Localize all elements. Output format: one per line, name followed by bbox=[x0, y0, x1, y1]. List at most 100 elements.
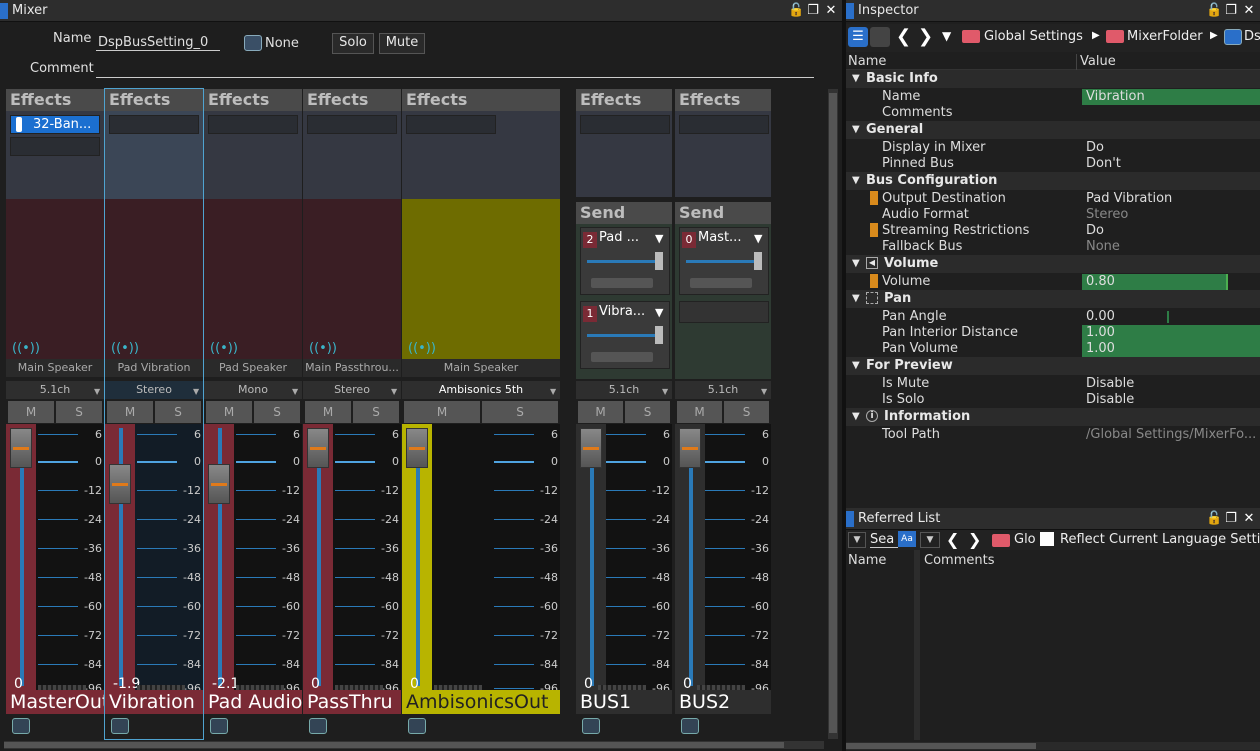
prop-audio-format[interactable]: Audio Format Stereo bbox=[846, 207, 1260, 223]
channel-name[interactable]: AmbisonicsOut bbox=[402, 690, 560, 714]
prop-pan-volume[interactable]: Pan Volume 1.00 bbox=[846, 341, 1260, 357]
channel-strip[interactable]: Effects ((•)) Pad Speaker Mono ▼ M S 6 0 -12 -24 -3… bbox=[204, 89, 302, 739]
solo-toggle[interactable]: S bbox=[625, 401, 670, 423]
prop-volume[interactable]: Volume 0.80 bbox=[846, 274, 1260, 290]
crumb-mixer-folder[interactable]: MixerFolder bbox=[1127, 29, 1203, 44]
column-splitter[interactable] bbox=[914, 550, 920, 740]
forward-icon[interactable]: ❯ bbox=[918, 26, 933, 47]
settings-camera-icon[interactable] bbox=[408, 718, 426, 734]
name-field[interactable]: DspBusSetting_0 bbox=[96, 35, 220, 51]
channel-format[interactable]: Mono bbox=[204, 381, 302, 399]
settings-camera-icon[interactable] bbox=[12, 718, 30, 734]
search-input[interactable]: Sea bbox=[870, 532, 898, 548]
prop-is-mute[interactable]: Is Mute Disable bbox=[846, 376, 1260, 392]
close-icon[interactable]: ✕ bbox=[824, 4, 838, 18]
dropdown-icon[interactable]: ▼ bbox=[942, 29, 951, 43]
send-pan-icon[interactable] bbox=[591, 352, 653, 362]
channel-name[interactable]: PassThru bbox=[303, 690, 401, 714]
solo-toggle[interactable]: S bbox=[482, 401, 558, 423]
effect-slot[interactable] bbox=[10, 137, 100, 156]
send-slot[interactable]: 1 Vibra... ▼ bbox=[580, 301, 670, 369]
bus-strip[interactable]: Effects Send 0 Mast... ▼ 5.1ch ▼ M S 6 0 -12 -24 -36-… bbox=[675, 89, 771, 739]
solo-toggle[interactable]: S bbox=[353, 401, 399, 423]
fader-knob[interactable] bbox=[679, 428, 701, 468]
settings-camera-icon[interactable] bbox=[210, 718, 228, 734]
effect-slot[interactable] bbox=[679, 115, 769, 134]
crumb-dsp[interactable]: Ds bbox=[1244, 29, 1260, 44]
output-route[interactable]: Main Speaker bbox=[402, 359, 560, 377]
channel-name[interactable]: Vibration bbox=[105, 690, 203, 714]
effect-slot[interactable] bbox=[406, 115, 496, 134]
send-level-slider[interactable] bbox=[686, 260, 756, 263]
effect-slot[interactable] bbox=[307, 115, 397, 134]
send-slot[interactable]: 0 Mast... ▼ bbox=[679, 227, 769, 295]
solo-toggle[interactable]: S bbox=[724, 401, 769, 423]
format-dropdown-icon[interactable]: ▼ bbox=[761, 387, 767, 396]
fader-knob[interactable] bbox=[406, 428, 428, 468]
prop-comments[interactable]: Comments bbox=[846, 105, 1260, 121]
output-route[interactable]: Pad Speaker bbox=[204, 359, 302, 377]
solo-button[interactable]: Solo bbox=[332, 33, 374, 54]
lock-icon[interactable]: 🔓 bbox=[788, 4, 804, 18]
camera-icon[interactable] bbox=[244, 35, 262, 51]
send-slot[interactable]: 2 Pad ... ▼ bbox=[580, 227, 670, 295]
panel-splitter[interactable] bbox=[842, 0, 846, 751]
channel-format[interactable]: Ambisonics 5th bbox=[402, 381, 560, 399]
mute-toggle[interactable]: M bbox=[107, 401, 153, 423]
channel-name[interactable]: MasterOut bbox=[6, 690, 104, 714]
settings-camera-icon[interactable] bbox=[582, 718, 600, 734]
send-dropdown-icon[interactable]: ▼ bbox=[655, 306, 663, 319]
mute-toggle[interactable]: M bbox=[305, 401, 351, 423]
folder-label[interactable]: Glo bbox=[1014, 532, 1036, 547]
mute-toggle[interactable]: M bbox=[677, 401, 722, 423]
output-route[interactable]: Main Speaker bbox=[6, 359, 104, 377]
fader-knob[interactable] bbox=[307, 428, 329, 468]
category-pan[interactable]: ▼ Pan bbox=[846, 290, 1260, 308]
mute-toggle[interactable]: M bbox=[404, 401, 480, 423]
channel-format[interactable]: 5.1ch bbox=[675, 381, 771, 399]
settings-camera-icon[interactable] bbox=[111, 718, 129, 734]
prop-pan-interior-distance[interactable]: Pan Interior Distance 1.00 bbox=[846, 325, 1260, 341]
comment-field[interactable] bbox=[96, 63, 814, 78]
prop-tool-path[interactable]: Tool Path/Global Settings/MixerFo... bbox=[846, 427, 1260, 443]
format-dropdown-icon[interactable]: ▼ bbox=[193, 387, 199, 396]
send-slider-handle[interactable] bbox=[655, 326, 663, 344]
category-information[interactable]: ▼ i Information bbox=[846, 408, 1260, 426]
channel-name[interactable]: Pad Audio bbox=[204, 690, 302, 714]
close-icon[interactable]: ✕ bbox=[1242, 4, 1256, 18]
back-icon[interactable]: ❮ bbox=[946, 530, 959, 549]
solo-toggle[interactable]: S bbox=[56, 401, 102, 423]
lock-icon[interactable]: 🔓 bbox=[1206, 512, 1222, 526]
format-dropdown-icon[interactable]: ▼ bbox=[391, 387, 397, 396]
channel-strip[interactable]: Effects ((•)) Main Speaker Ambisonics 5th ▼ M… bbox=[402, 89, 560, 739]
send-pan-icon[interactable] bbox=[591, 278, 653, 288]
format-dropdown-icon[interactable]: ▼ bbox=[292, 387, 298, 396]
search-dropdown-icon[interactable]: ▼ bbox=[848, 532, 866, 548]
effect-slot[interactable] bbox=[109, 115, 199, 134]
list-view-icon[interactable]: ☰ bbox=[848, 27, 868, 47]
send-level-slider[interactable] bbox=[587, 260, 657, 263]
mute-toggle[interactable]: M bbox=[8, 401, 54, 423]
category-for-preview[interactable]: ▼ For Preview bbox=[846, 357, 1260, 375]
prop-streaming-restrictions[interactable]: Streaming Restrictions Do bbox=[846, 223, 1260, 239]
horizontal-scrollbar[interactable] bbox=[846, 742, 1260, 750]
fader-knob[interactable] bbox=[109, 464, 131, 504]
prop-output-destination[interactable]: Output Destination Pad Vibration bbox=[846, 191, 1260, 207]
solo-toggle[interactable]: S bbox=[254, 401, 300, 423]
channel-strip[interactable]: Effects ((•)) Pad Vibration Stereo ▼ M S 6 0 -12 -… bbox=[104, 88, 204, 740]
crumb-global-settings[interactable]: Global Settings bbox=[984, 29, 1083, 44]
format-dropdown-icon[interactable]: ▼ bbox=[550, 387, 556, 396]
channel-name[interactable]: BUS1 bbox=[576, 690, 672, 714]
channel-format[interactable]: Stereo bbox=[105, 381, 203, 399]
send-level-slider[interactable] bbox=[587, 334, 657, 337]
channel-strip[interactable]: Effects ((•)) Main Passthrou... Stereo ▼ M S 6 0… bbox=[303, 89, 401, 739]
channel-format[interactable]: Stereo bbox=[303, 381, 401, 399]
restore-icon[interactable]: ❐ bbox=[1224, 512, 1238, 526]
lock-icon[interactable]: 🔓 bbox=[1206, 4, 1222, 18]
format-dropdown-icon[interactable]: ▼ bbox=[94, 387, 100, 396]
mute-toggle[interactable]: M bbox=[578, 401, 623, 423]
send-slider-handle[interactable] bbox=[754, 252, 762, 270]
restore-icon[interactable]: ❐ bbox=[806, 4, 820, 18]
fader-knob[interactable] bbox=[208, 464, 230, 504]
effect-slot-active[interactable]: 32-Ban... bbox=[10, 115, 100, 134]
